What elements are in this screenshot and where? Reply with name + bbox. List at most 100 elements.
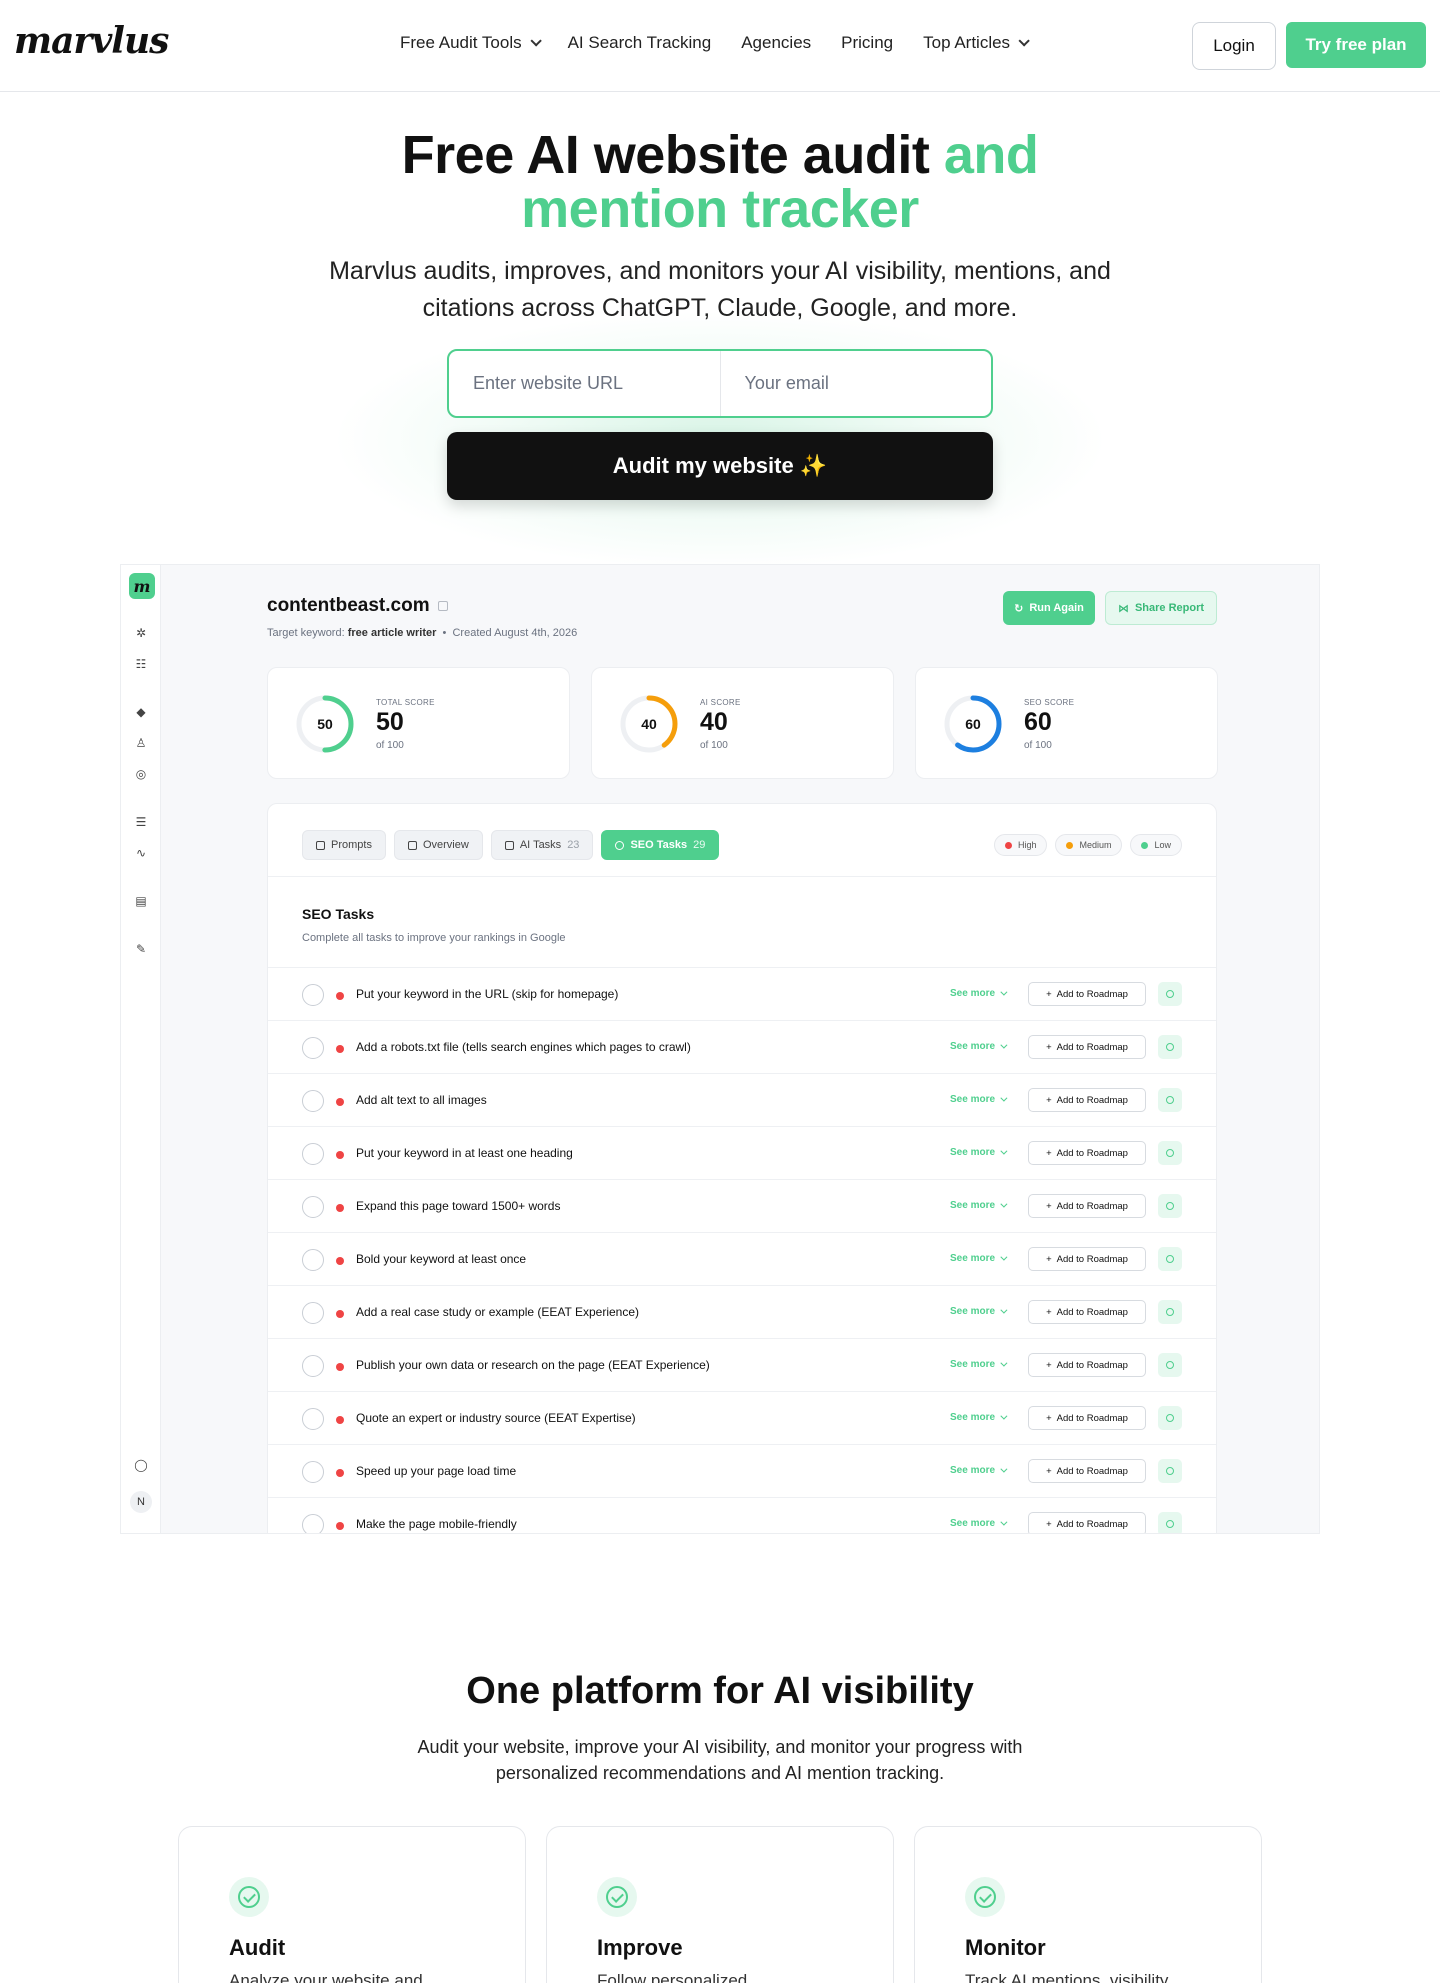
nav-agencies[interactable]: Agencies xyxy=(741,33,811,53)
search-button[interactable] xyxy=(1158,1459,1182,1483)
task-checkbox[interactable] xyxy=(302,1143,324,1165)
search-button[interactable] xyxy=(1158,1247,1182,1271)
pencil-icon[interactable]: ✎ xyxy=(133,941,149,957)
task-text: Make the page mobile-friendly xyxy=(356,1517,517,1531)
list-icon[interactable]: ☰ xyxy=(133,814,149,830)
priority-low[interactable]: Low xyxy=(1130,834,1182,856)
platform-title: One platform for AI visibility xyxy=(466,1670,974,1712)
tab-ai-tasks[interactable]: AI Tasks 23 xyxy=(490,830,594,860)
search-button[interactable] xyxy=(1158,1300,1182,1324)
activity-icon[interactable]: ∿ xyxy=(133,845,149,861)
external-link-icon[interactable] xyxy=(437,601,448,611)
checklist-icon[interactable]: ☷ xyxy=(133,656,149,672)
add-to-roadmap-button[interactable]: + Add to Roadmap xyxy=(1028,1194,1146,1218)
add-to-roadmap-button[interactable]: + Add to Roadmap xyxy=(1028,1406,1146,1430)
see-more-button[interactable]: See more xyxy=(950,1200,1008,1211)
feature-card-audit: Audit Analyze your website and xyxy=(178,1826,526,1983)
task-checkbox[interactable] xyxy=(302,1408,324,1430)
see-more-label: See more xyxy=(950,1465,996,1476)
plus-icon: + xyxy=(1046,1094,1052,1106)
marvlus-logo[interactable]: marvlus xyxy=(14,20,169,62)
task-checkbox[interactable] xyxy=(302,1249,324,1271)
add-roadmap-label: Add to Roadmap xyxy=(1056,1412,1128,1424)
printer-icon[interactable]: ▤ xyxy=(133,893,149,909)
app-logo[interactable]: m xyxy=(129,573,155,599)
add-to-roadmap-button[interactable]: + Add to Roadmap xyxy=(1028,1353,1146,1377)
search-button[interactable] xyxy=(1158,1194,1182,1218)
tab-seo-tasks[interactable]: SEO Tasks 29 xyxy=(601,830,720,860)
nav-top-articles[interactable]: Top Articles xyxy=(923,33,1030,53)
see-more-button[interactable]: See more xyxy=(950,1518,1008,1529)
target-icon[interactable]: ◎ xyxy=(133,766,149,782)
score-card: 40 AI SCORE 40 of 100 xyxy=(591,667,894,779)
task-checkbox[interactable] xyxy=(302,1302,324,1324)
nav-pricing[interactable]: Pricing xyxy=(841,33,893,53)
task-row: Add a robots.txt file (tells search engi… xyxy=(268,1021,1216,1074)
task-checkbox[interactable] xyxy=(302,984,324,1006)
run-again-button[interactable]: ↻ Run Again xyxy=(1003,591,1095,625)
add-to-roadmap-button[interactable]: + Add to Roadmap xyxy=(1028,1088,1146,1112)
see-more-button[interactable]: See more xyxy=(950,1306,1008,1317)
add-roadmap-label: Add to Roadmap xyxy=(1056,1306,1128,1318)
tab-count: 29 xyxy=(693,839,706,851)
search-button[interactable] xyxy=(1158,1141,1182,1165)
see-more-button[interactable]: See more xyxy=(950,1465,1008,1476)
audit-website-button[interactable]: Audit my website ✨ xyxy=(447,432,993,500)
gem-icon[interactable]: ◆ xyxy=(133,704,149,720)
chevron-down-icon xyxy=(1000,1359,1008,1367)
low-dot xyxy=(1141,841,1149,849)
sparkle-icon[interactable]: ✲ xyxy=(133,625,149,641)
task-text: Add a real case study or example (EEAT E… xyxy=(356,1305,640,1319)
avatar[interactable]: N xyxy=(130,1491,152,1513)
add-to-roadmap-button[interactable]: + Add to Roadmap xyxy=(1028,1247,1146,1271)
search-button[interactable] xyxy=(1158,1088,1182,1112)
see-more-label: See more xyxy=(950,1094,996,1105)
check-circle-icon xyxy=(597,1877,637,1917)
tab-label: Prompts xyxy=(331,839,372,851)
login-button[interactable]: Login xyxy=(1192,22,1276,70)
search-button[interactable] xyxy=(1158,1353,1182,1377)
priority-high[interactable]: High xyxy=(993,834,1048,856)
add-to-roadmap-button[interactable]: + Add to Roadmap xyxy=(1028,982,1146,1006)
add-to-roadmap-button[interactable]: + Add to Roadmap xyxy=(1028,1300,1146,1324)
email-input[interactable]: Your email xyxy=(719,351,992,416)
add-to-roadmap-button[interactable]: + Add to Roadmap xyxy=(1028,1459,1146,1483)
search-button[interactable] xyxy=(1158,1512,1182,1533)
task-text: Speed up your page load time xyxy=(356,1464,517,1478)
search-icon xyxy=(1166,1520,1174,1528)
task-row: Quote an expert or industry source (EEAT… xyxy=(268,1392,1216,1445)
tab-prompts[interactable]: Prompts xyxy=(302,830,386,860)
task-checkbox[interactable] xyxy=(302,1355,324,1377)
see-more-button[interactable]: See more xyxy=(950,1094,1008,1105)
score-label: AI SCORE xyxy=(700,698,741,707)
search-button[interactable] xyxy=(1158,1035,1182,1059)
add-to-roadmap-button[interactable]: + Add to Roadmap xyxy=(1028,1035,1146,1059)
add-to-roadmap-button[interactable]: + Add to Roadmap xyxy=(1028,1141,1146,1165)
priority-medium[interactable]: Medium xyxy=(1055,834,1123,856)
see-more-button[interactable]: See more xyxy=(950,1412,1008,1423)
task-checkbox[interactable] xyxy=(302,1461,324,1483)
task-checkbox[interactable] xyxy=(302,1037,324,1059)
task-checkbox[interactable] xyxy=(302,1090,324,1112)
nav-ai-search-tracking[interactable]: AI Search Tracking xyxy=(568,33,712,53)
add-to-roadmap-button[interactable]: + Add to Roadmap xyxy=(1028,1512,1146,1533)
website-url-input[interactable]: Enter website URL xyxy=(449,351,720,416)
task-checkbox[interactable] xyxy=(302,1514,324,1533)
see-more-button[interactable]: See more xyxy=(950,1147,1008,1158)
share-report-button[interactable]: ⋈ Share Report xyxy=(1105,591,1217,625)
see-more-button[interactable]: See more xyxy=(950,1253,1008,1264)
user-icon[interactable]: ♙ xyxy=(133,735,149,751)
try-free-plan-button[interactable]: Try free plan xyxy=(1286,22,1426,68)
chat-icon[interactable]: ◯ xyxy=(133,1457,149,1473)
see-more-button[interactable]: See more xyxy=(950,988,1008,999)
search-button[interactable] xyxy=(1158,982,1182,1006)
tab-overview[interactable]: Overview xyxy=(393,830,483,860)
audit-form: Enter website URL Your email xyxy=(447,349,993,418)
search-icon xyxy=(1166,1149,1174,1157)
search-button[interactable] xyxy=(1158,1406,1182,1430)
chevron-down-icon xyxy=(1000,1041,1008,1049)
nav-free-audit-tools[interactable]: Free Audit Tools xyxy=(400,33,542,53)
see-more-button[interactable]: See more xyxy=(950,1359,1008,1370)
task-checkbox[interactable] xyxy=(302,1196,324,1218)
see-more-button[interactable]: See more xyxy=(950,1041,1008,1052)
